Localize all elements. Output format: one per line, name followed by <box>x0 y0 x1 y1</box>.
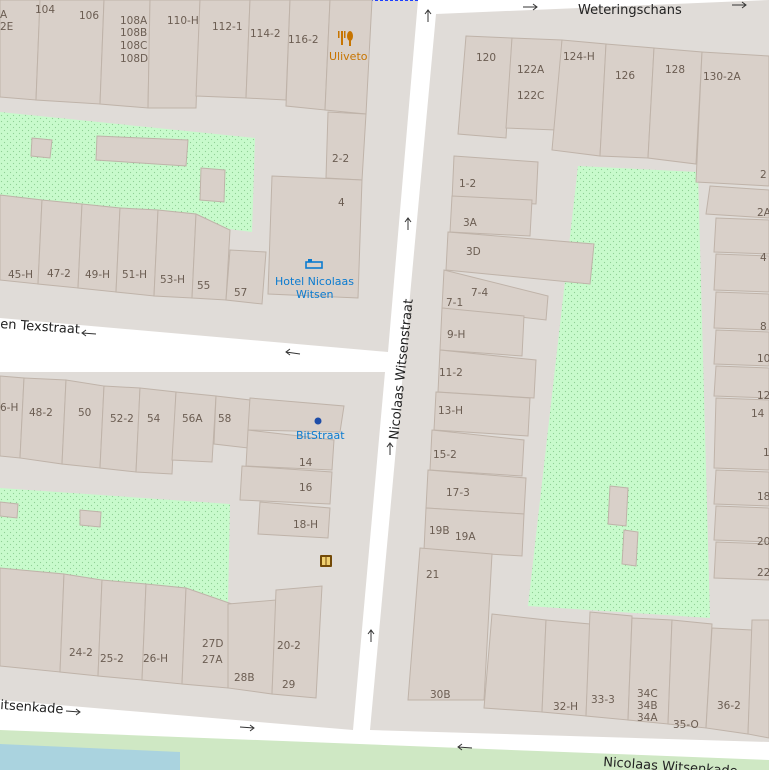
map-canvas[interactable]: Weteringschans Nicolaas Witsenstraat en … <box>0 0 769 770</box>
map-layer <box>0 0 769 770</box>
